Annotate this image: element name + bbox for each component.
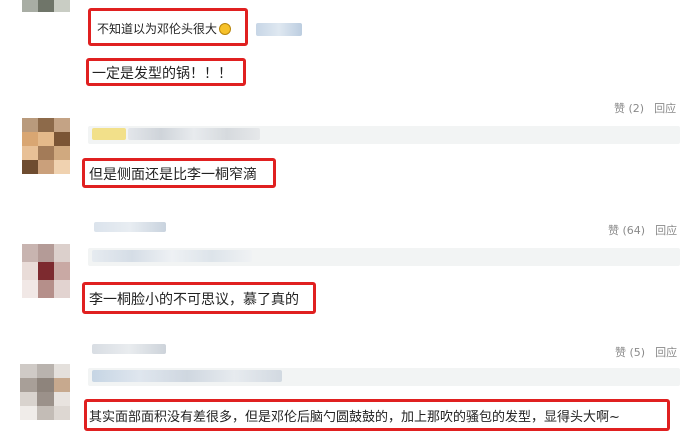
comment-actions: 赞 (5) 回应: [609, 344, 677, 360]
blurred-username: [92, 344, 166, 354]
comment-text: 其实面部面积没有差很多，但是邓伦后脑勺圆鼓鼓的，加上那吹的骚包的发型，显得头大啊…: [89, 410, 620, 425]
blurred-username: [256, 23, 302, 36]
blurred-quote: [92, 370, 282, 382]
comment-actions: 赞 (2) 回应: [608, 100, 676, 116]
comment-text: 李一桐脸小的不可思议，慕了真的: [89, 292, 299, 308]
avatar[interactable]: [22, 244, 70, 298]
reply-button[interactable]: 回应: [654, 102, 676, 115]
avatar[interactable]: [22, 118, 70, 174]
blurred-quote: [128, 128, 260, 140]
reply-button[interactable]: 回应: [655, 224, 677, 237]
avatar[interactable]: [22, 0, 70, 20]
comment-text: 一定是发型的锅！！！: [92, 66, 232, 82]
like-button[interactable]: 赞 (5): [615, 346, 645, 359]
blurred-username: [92, 128, 126, 140]
reply-button[interactable]: 回应: [655, 346, 677, 359]
blurred-username: [94, 222, 166, 232]
comment-reply-text: 不知道以为邓伦头很大: [97, 20, 232, 37]
comment-actions: 赞 (64) 回应: [602, 222, 677, 238]
comment-text: 不知道以为邓伦头很大: [97, 22, 218, 36]
blurred-quote: [92, 250, 252, 262]
like-button[interactable]: 赞 (64): [608, 224, 645, 237]
comment-text: 但是侧面还是比李一桐窄滴: [89, 167, 257, 183]
avatar[interactable]: [20, 364, 70, 420]
like-button[interactable]: 赞 (2): [614, 102, 644, 115]
grin-emoji-icon: [219, 23, 232, 35]
